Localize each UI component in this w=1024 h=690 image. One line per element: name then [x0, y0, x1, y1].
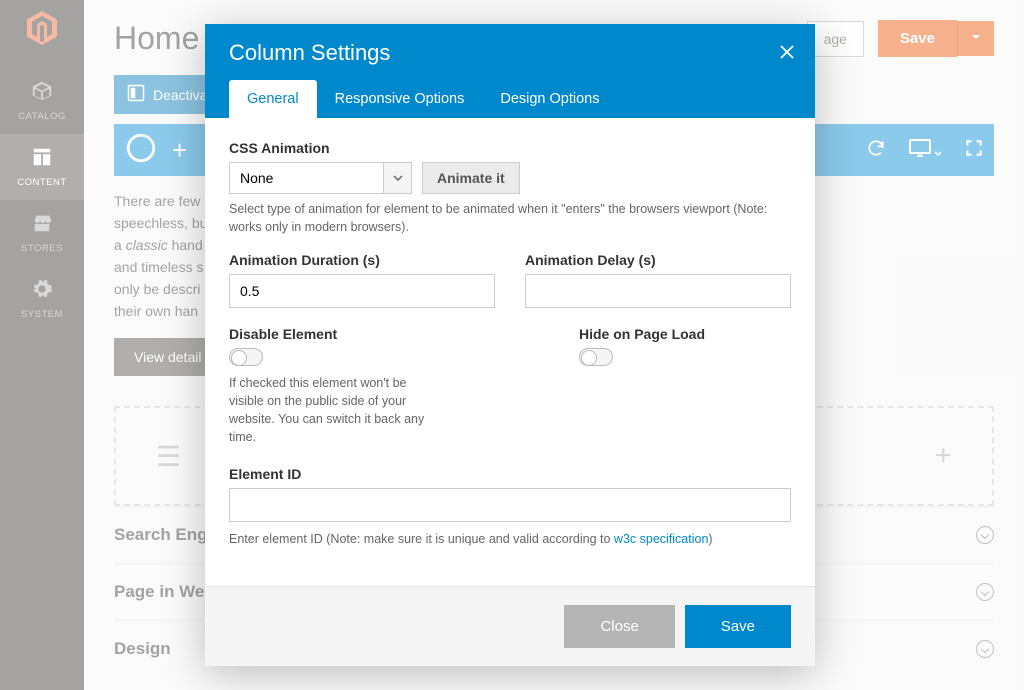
disable-element-label: Disable Element: [229, 326, 441, 342]
element-id-input[interactable]: [229, 488, 791, 522]
w3c-spec-link[interactable]: w3c specification: [614, 532, 709, 546]
element-id-help: Enter element ID (Note: make sure it is …: [229, 530, 791, 548]
disable-element-toggle[interactable]: [229, 348, 263, 366]
chevron-down-icon[interactable]: [384, 162, 412, 194]
column-settings-modal: Column Settings General Responsive Optio…: [205, 24, 815, 666]
modal-title: Column Settings: [229, 40, 791, 66]
hide-on-load-toggle[interactable]: [579, 348, 613, 366]
css-animation-label: CSS Animation: [229, 140, 791, 156]
disable-element-help: If checked this element won't be visible…: [229, 374, 441, 446]
tab-responsive[interactable]: Responsive Options: [317, 80, 483, 118]
css-animation-select[interactable]: None: [229, 162, 384, 194]
animation-duration-input[interactable]: [229, 274, 495, 308]
close-icon[interactable]: [777, 42, 797, 67]
modal-save-button[interactable]: Save: [685, 605, 791, 648]
tab-design[interactable]: Design Options: [482, 80, 617, 118]
animate-it-button[interactable]: Animate it: [422, 162, 520, 194]
element-id-label: Element ID: [229, 466, 791, 482]
animation-delay-input[interactable]: [525, 274, 791, 308]
tab-general[interactable]: General: [229, 80, 317, 118]
hide-on-load-label: Hide on Page Load: [579, 326, 791, 342]
animation-duration-label: Animation Duration (s): [229, 252, 495, 268]
animation-delay-label: Animation Delay (s): [525, 252, 791, 268]
modal-close-button[interactable]: Close: [564, 605, 674, 648]
css-animation-help: Select type of animation for element to …: [229, 200, 791, 236]
